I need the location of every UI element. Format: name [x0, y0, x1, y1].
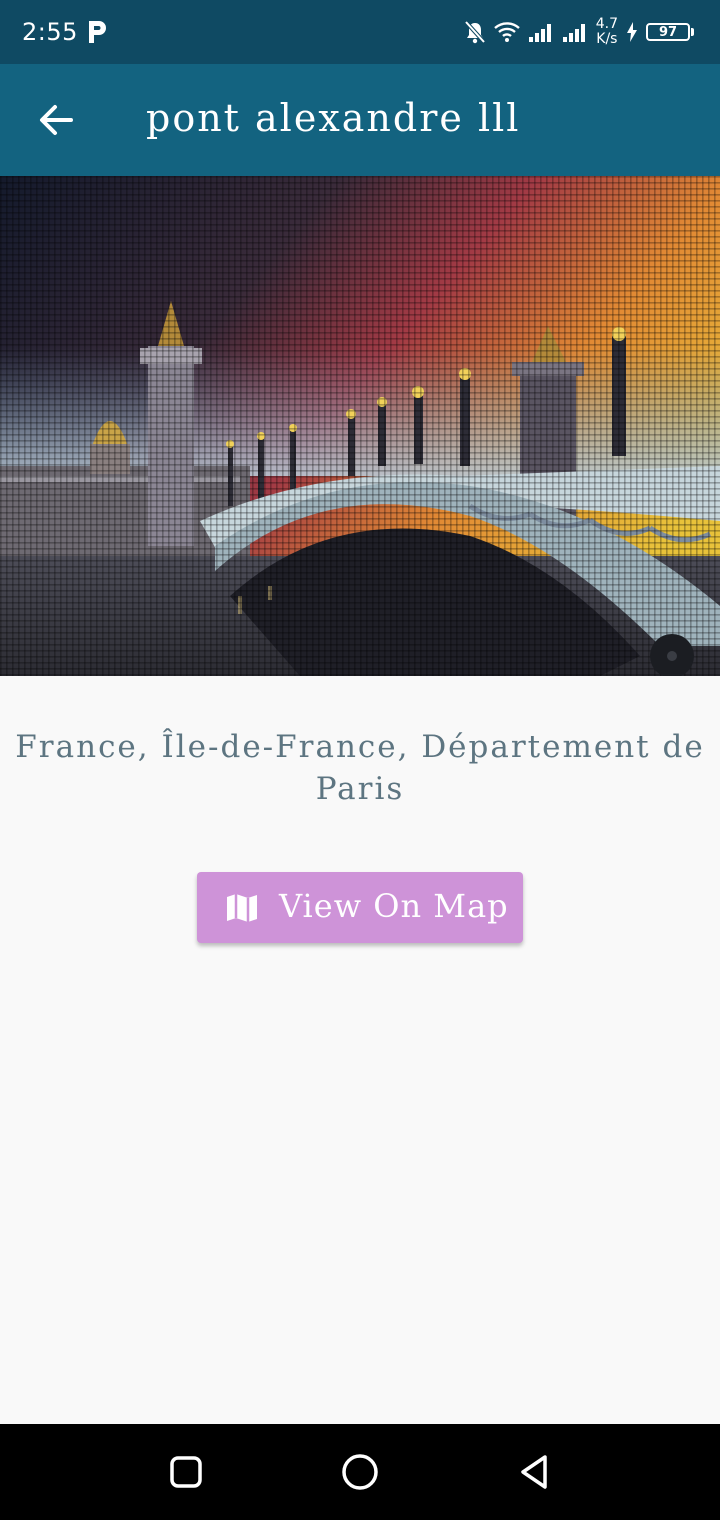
place-photo [0, 176, 720, 676]
system-nav-bar [0, 1424, 720, 1520]
net-speed-value: 4.7 [595, 16, 618, 32]
battery-tip [691, 28, 694, 36]
battery: 97 [646, 21, 698, 43]
net-speed: 4.7 K/s [596, 17, 618, 47]
home-button[interactable] [334, 1446, 386, 1498]
status-bar: 2:55 4.7 K/s 97 [0, 0, 720, 64]
battery-level: 97 [646, 23, 690, 41]
bell-off-icon [464, 20, 486, 44]
signal-icon [562, 24, 585, 42]
app-bar: pont alexandre lll [0, 64, 720, 176]
status-icons: 4.7 K/s 97 [464, 14, 698, 50]
signal-icon [528, 24, 551, 42]
view-on-map-label: View On Map [279, 887, 509, 925]
home-circle-icon [342, 1454, 378, 1490]
screen: 2:55 4.7 K/s 97 pont alexandre lll Franc… [0, 0, 720, 1520]
back-button[interactable] [28, 92, 84, 148]
arrow-left-icon [40, 105, 73, 135]
location-text: France, Île-de-France, Département de Pa… [15, 729, 705, 807]
back-nav-button[interactable] [508, 1446, 560, 1498]
net-speed-unit: K/s [596, 31, 618, 47]
wifi-icon [493, 22, 520, 42]
charging-icon [627, 22, 637, 42]
recents-button[interactable] [160, 1446, 212, 1498]
view-on-map-button[interactable]: View On Map [197, 872, 523, 943]
status-time: 2:55 [22, 18, 78, 46]
p-notification-icon [89, 21, 106, 43]
back-triangle-icon [521, 1455, 547, 1489]
page-title: pont alexandre lll [146, 96, 521, 140]
map-icon [227, 894, 257, 922]
recents-square-icon [170, 1456, 202, 1488]
